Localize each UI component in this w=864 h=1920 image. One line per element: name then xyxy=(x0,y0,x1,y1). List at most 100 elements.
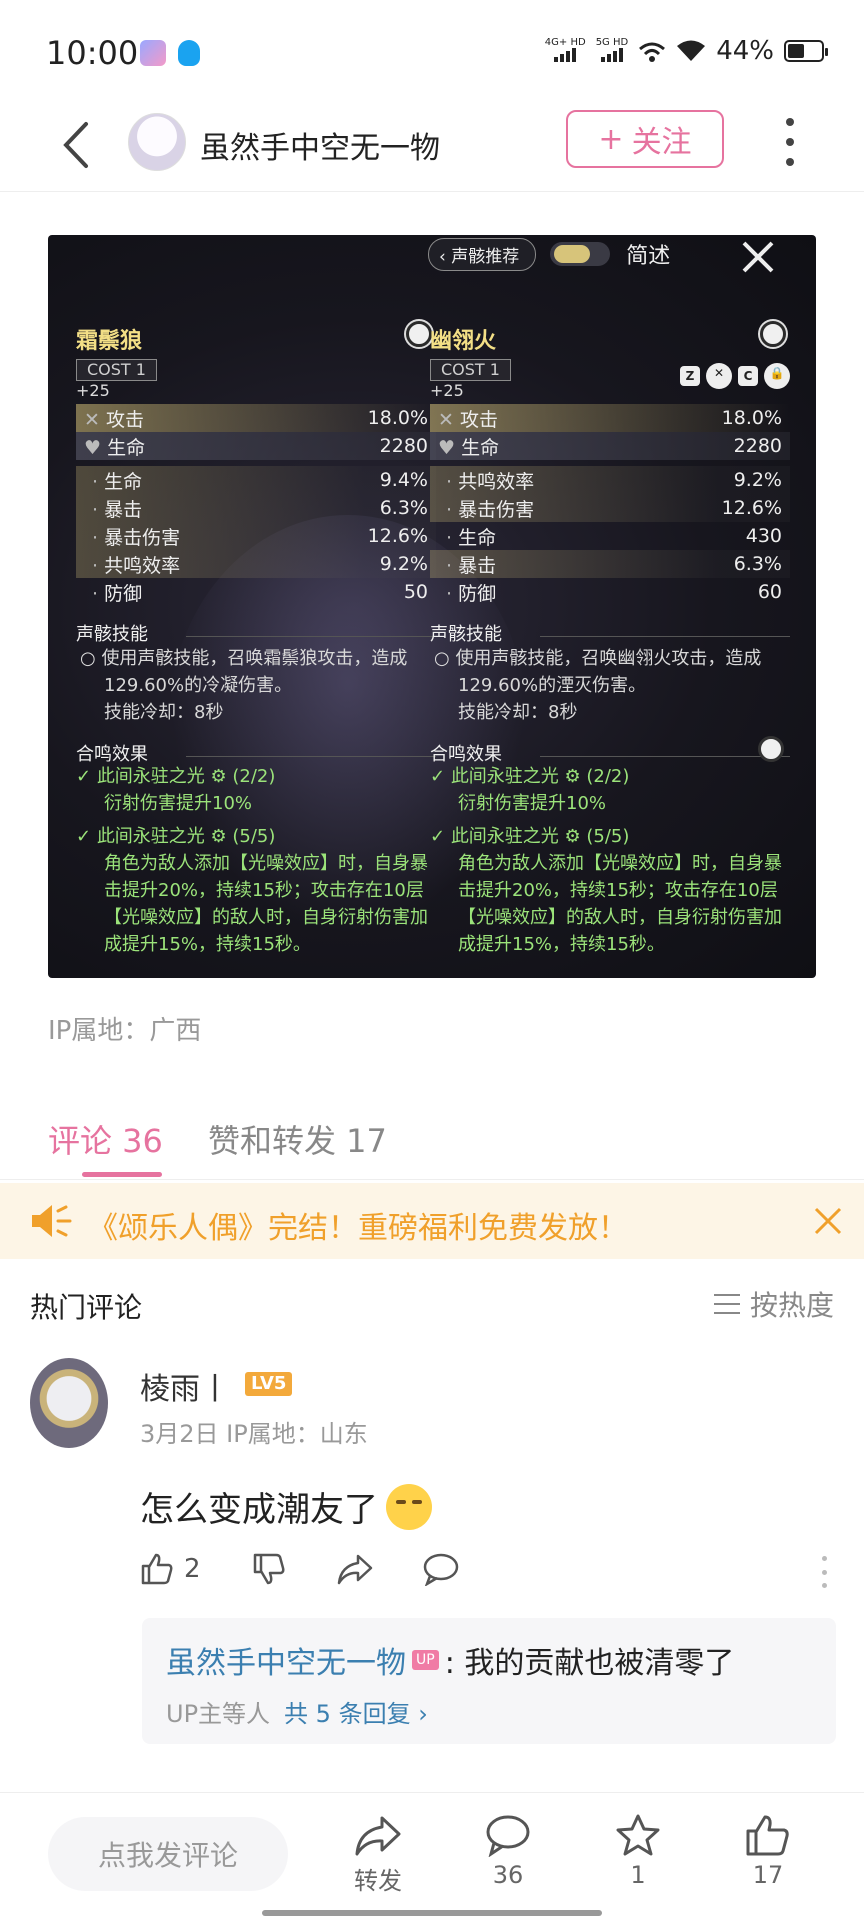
cell-signal-icon: 4G+ HD xyxy=(545,37,586,65)
echo-tags: Z ✕ C 🔒 xyxy=(680,363,790,389)
thumb-up-icon xyxy=(141,1553,173,1585)
share-icon xyxy=(355,1816,401,1856)
share-button[interactable]: 转发 xyxy=(338,1813,418,1896)
sub-stat-row: 生命9.4% xyxy=(76,466,436,494)
echo-cost: COST 1 xyxy=(430,359,511,381)
brief-label: 简述 xyxy=(626,244,671,269)
main-stat-row: 生命2280 xyxy=(430,432,790,460)
comments-count: 36 xyxy=(492,1861,524,1889)
like-count: 2 xyxy=(184,1554,201,1584)
view-replies-link[interactable]: 共 5 条回复 › xyxy=(284,1700,428,1728)
commenter-avatar[interactable] xyxy=(30,1358,108,1448)
comments-button[interactable]: 36 xyxy=(468,1813,548,1889)
echo-recommend-button: ‹ 声骸推荐 xyxy=(428,237,537,271)
sub-stat-row: 暴击伤害12.6% xyxy=(430,494,790,522)
echo-panel-right: 幽翎火 COST 1 +25 Z ✕ C 🔒 攻击18.0% 生命2280 共鸣… xyxy=(430,321,790,958)
battery-icon xyxy=(784,40,828,62)
reply-icon[interactable] xyxy=(422,1552,460,1586)
echo-level: +25 xyxy=(76,381,110,400)
comment-text: 怎么变成潮友了 xyxy=(140,1482,432,1531)
sub-stat-row: 暴击6.3% xyxy=(76,494,436,522)
qq-notification-icon xyxy=(178,40,200,66)
sub-stat-row: 共鸣效率9.2% xyxy=(76,550,436,578)
sub-stat-row: 生命430 xyxy=(430,522,790,550)
follow-label: 关注 xyxy=(631,125,692,160)
like-post-button[interactable]: 17 xyxy=(728,1813,808,1889)
sonata-bonus: 此间永驻之光 ⚙ (2/2) 衍射伤害提升10% 此间永驻之光 ⚙ (5/5) … xyxy=(430,763,790,958)
tab-bar: 评论 36 赞和转发 17 xyxy=(0,1100,864,1180)
hot-comments-title: 热门评论 xyxy=(30,1291,143,1324)
comment-meta: 3月2日 IP属地：山东 xyxy=(140,1420,368,1448)
level-badge: LV5 xyxy=(245,1372,293,1396)
tag-z-icon: Z xyxy=(680,366,700,386)
author-name[interactable]: 虽然手中空无一物 xyxy=(200,123,440,167)
echo-cost: COST 1 xyxy=(76,359,157,381)
skill-section-title: 声骸技能 xyxy=(430,624,502,645)
announcement-text: 《颂乐人偶》完结！重磅福利免费发放！ xyxy=(88,1211,628,1246)
skill-section-title: 声骸技能 xyxy=(76,624,148,645)
tag-c-icon: C xyxy=(738,366,758,386)
plus-icon: + xyxy=(598,121,624,157)
status-time: 10:00 xyxy=(46,34,139,72)
sonata-section-title: 合鸣效果 xyxy=(430,744,502,765)
echo-name: 幽翎火 xyxy=(430,329,497,354)
sub-stat-row: 暴击伤害12.6% xyxy=(76,522,436,550)
wifi-icon xyxy=(677,40,706,61)
lock-icon: 🔒 xyxy=(764,363,790,389)
sort-button[interactable]: 按热度 xyxy=(713,1284,834,1324)
echo-panel-left: 霜鬃狼 COST 1 +25 攻击18.0% 生命2280 生命9.4% 暴击6… xyxy=(76,321,436,958)
network-label-1: 4G+ HD xyxy=(544,37,586,48)
sort-icon xyxy=(713,1294,740,1314)
home-indicator[interactable] xyxy=(262,1910,602,1916)
favorites-count: 1 xyxy=(630,1861,646,1889)
sub-stat-row: 防御60 xyxy=(430,578,790,606)
tab-likes-shares[interactable]: 赞和转发 17 xyxy=(208,1116,387,1162)
commenter-name[interactable]: 棱雨丨 xyxy=(140,1364,230,1408)
skill-description: 使用声骸技能，召唤幽翎火攻击，造成129.60%的湮灭伤害。 xyxy=(430,645,790,699)
tab-comments[interactable]: 评论 36 xyxy=(48,1116,163,1162)
close-x-icon xyxy=(742,241,774,273)
share-icon[interactable] xyxy=(336,1552,374,1586)
sub-stat-row: 暴击6.3% xyxy=(430,550,790,578)
follow-button[interactable]: + 关注 xyxy=(566,110,724,168)
reply-first: 虽然手中空无一物 UP : 我的贡献也被清零了 xyxy=(166,1638,734,1682)
thumb-down-icon[interactable] xyxy=(252,1552,286,1586)
sonata-gear-icon xyxy=(406,321,432,347)
star-icon xyxy=(616,1814,660,1856)
image-topbar: ‹ 声骸推荐 简述 xyxy=(428,237,671,271)
reply-summary: UP主等人共 5 条回复 › xyxy=(166,1700,428,1728)
like-button[interactable]: 2 xyxy=(140,1552,201,1586)
chain-icon xyxy=(758,736,784,762)
close-icon[interactable] xyxy=(812,1205,844,1237)
up-badge: UP xyxy=(412,1650,439,1670)
author-avatar[interactable] xyxy=(128,113,186,171)
speaker-icon xyxy=(32,1205,72,1237)
app-notification-icon xyxy=(140,40,166,66)
comment-more-icon[interactable] xyxy=(822,1556,830,1588)
post-header: 虽然手中空无一物 + 关注 xyxy=(0,100,864,192)
post-image[interactable]: ‹ 声骸推荐 简述 霜鬃狼 COST 1 +25 攻击18.0% 生命2280 … xyxy=(48,235,816,978)
sort-label: 按热度 xyxy=(749,1289,834,1322)
skill-cooldown: 技能冷却：8秒 xyxy=(104,702,224,723)
favorite-button[interactable]: 1 xyxy=(598,1813,678,1889)
comment-input[interactable]: 点我发评论 xyxy=(48,1817,288,1891)
sonata-bonus: 此间永驻之光 ⚙ (2/2) 衍射伤害提升10% 此间永驻之光 ⚙ (5/5) … xyxy=(76,763,436,958)
discard-icon: ✕ xyxy=(706,363,732,389)
network-label-2: 5G HD xyxy=(595,37,629,48)
reply-preview[interactable]: 虽然手中空无一物 UP : 我的贡献也被清零了 UP主等人共 5 条回复 › xyxy=(142,1618,836,1744)
crying-emoji-icon xyxy=(386,1483,432,1530)
sub-stat-row: 共鸣效率9.2% xyxy=(430,466,790,494)
main-stat-row: 攻击18.0% xyxy=(430,404,790,432)
back-arrow-icon[interactable] xyxy=(56,120,96,170)
reply-text: : 我的贡献也被清零了 xyxy=(444,1646,735,1681)
echo-name: 霜鬃狼 xyxy=(76,329,143,354)
reply-author[interactable]: 虽然手中空无一物 xyxy=(166,1638,406,1682)
announcement-banner[interactable]: 《颂乐人偶》完结！重磅福利免费发放！ xyxy=(0,1183,864,1259)
likes-count: 17 xyxy=(752,1861,784,1889)
toggle-switch xyxy=(550,242,611,266)
hotspot-icon xyxy=(639,42,666,62)
main-stat-row: 生命2280 xyxy=(76,432,436,460)
sonata-gear-icon xyxy=(760,321,786,347)
more-options-icon[interactable] xyxy=(780,118,800,166)
bottom-action-bar: 点我发评论 转发 36 1 17 xyxy=(0,1792,864,1920)
